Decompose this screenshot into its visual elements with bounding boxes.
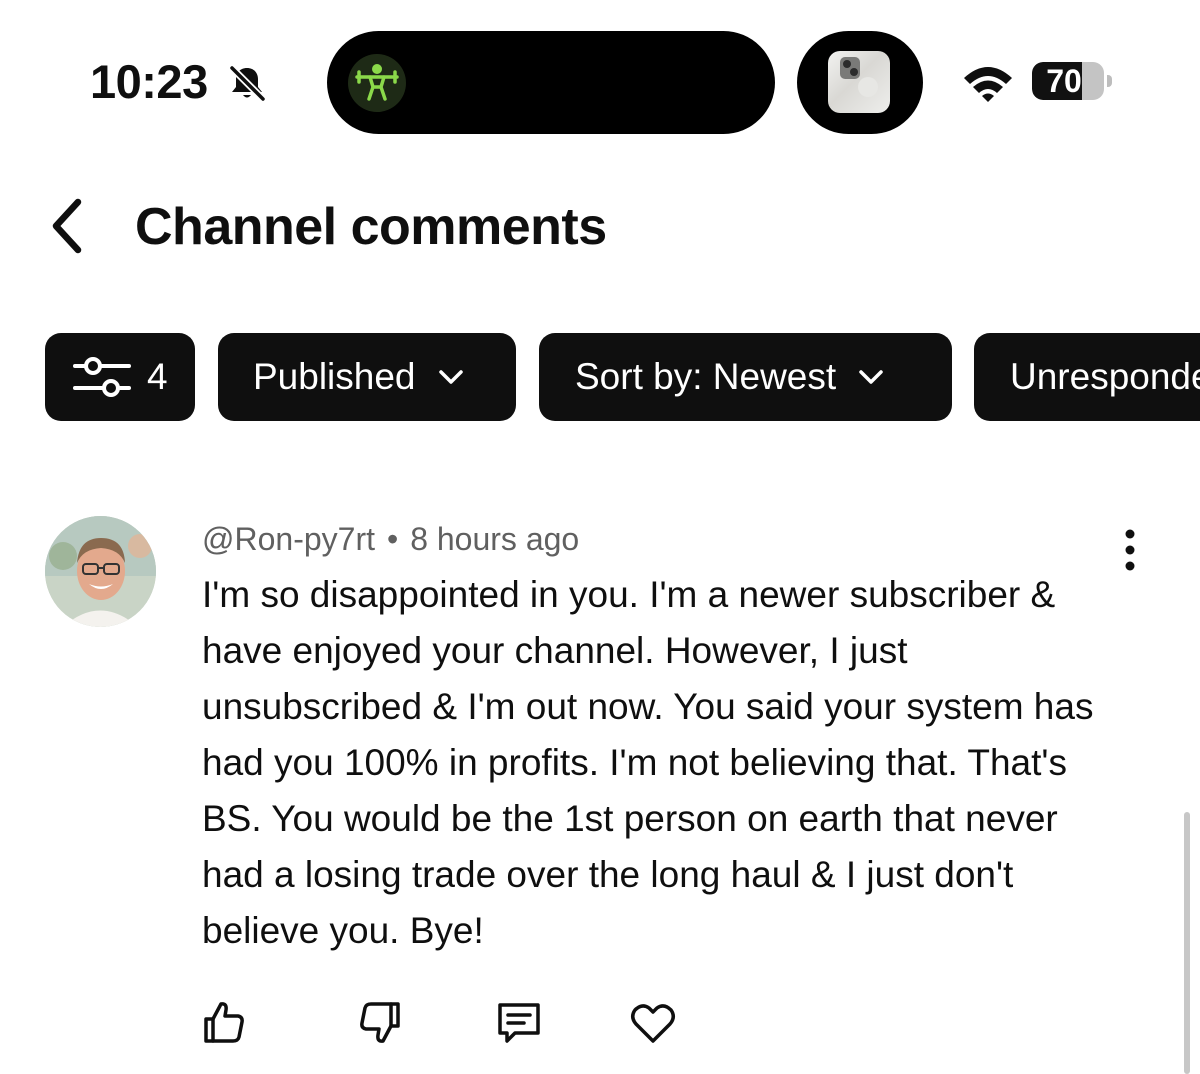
chevron-left-icon xyxy=(52,198,82,254)
meta-separator: • xyxy=(386,521,399,557)
sort-label: Sort by: Newest xyxy=(575,356,837,397)
comment-author[interactable]: @Ron-py7rt xyxy=(202,521,375,557)
heart-icon xyxy=(631,1004,675,1043)
unresponded-label: Unresponded xyxy=(1010,356,1200,397)
avatar-image xyxy=(45,516,156,627)
tune-icon xyxy=(73,357,131,397)
page-title: Channel comments xyxy=(135,198,607,256)
battery-level: 70 xyxy=(1046,63,1082,99)
bell-slash-icon xyxy=(228,64,267,103)
battery-icon: 70 xyxy=(1032,62,1112,100)
battery-body: 70 xyxy=(1032,62,1104,100)
wifi-icon xyxy=(964,67,1012,102)
thumbs-down-icon xyxy=(360,1002,400,1043)
back-button[interactable] xyxy=(36,190,96,262)
filter-count: 4 xyxy=(147,356,168,397)
dislike-button[interactable] xyxy=(354,996,406,1048)
unresponded-chip[interactable]: Unresponded xyxy=(974,333,1200,421)
heart-button[interactable] xyxy=(627,996,679,1048)
reply-icon xyxy=(498,1003,540,1043)
avatar[interactable] xyxy=(45,516,156,627)
published-label: Published xyxy=(253,356,416,397)
sort-dropdown[interactable]: Sort by: Newest xyxy=(539,333,952,421)
published-dropdown[interactable]: Published xyxy=(218,333,516,421)
filter-chip[interactable]: 4 xyxy=(45,333,195,421)
dynamic-island[interactable] xyxy=(327,31,775,134)
live-activity[interactable] xyxy=(797,31,923,134)
comment-text: I'm so disappointed in you. I'm a newer … xyxy=(202,574,1094,951)
reply-button[interactable] xyxy=(493,996,545,1048)
chevron-down-icon xyxy=(859,370,883,384)
scrollbar[interactable] xyxy=(1184,812,1190,1074)
filter-chip-row: 4 Published Sort by: Newest Unresponded xyxy=(45,333,1200,421)
comment-time: 8 hours ago xyxy=(410,521,580,557)
battery-nub xyxy=(1107,75,1112,87)
like-button[interactable] xyxy=(198,996,250,1048)
comment-meta: @Ron-py7rt • 8 hours ago xyxy=(202,518,579,560)
fitness-icon xyxy=(348,54,406,112)
chevron-down-icon xyxy=(438,370,463,384)
media-thumbnail xyxy=(828,51,890,113)
thumbs-up-icon xyxy=(204,1002,244,1043)
camera-icon xyxy=(840,57,878,97)
status-time: 10:23 xyxy=(90,55,208,108)
